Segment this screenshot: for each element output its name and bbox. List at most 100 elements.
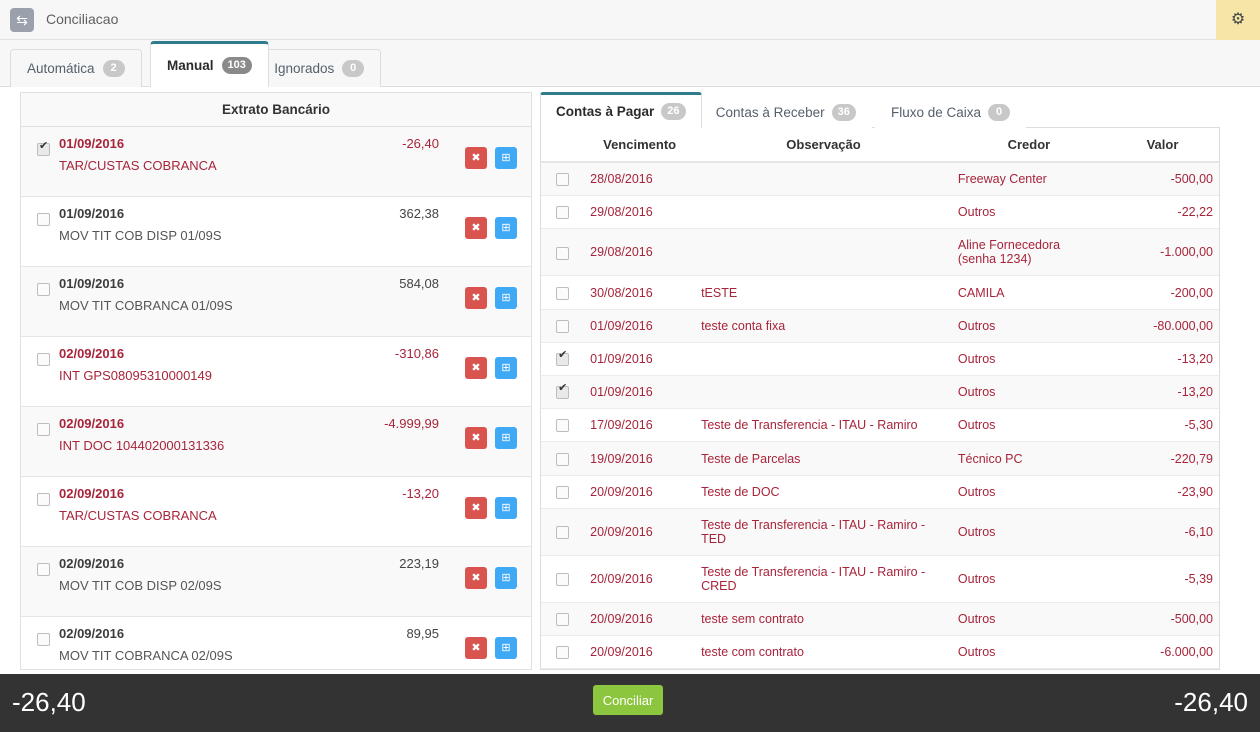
statement-row[interactable]: 02/09/2016 MOV TIT COB DISP 02/09S 223,19 ✖…	[21, 547, 531, 617]
row-checkbox[interactable]	[556, 173, 570, 187]
tab-count-badge: 26	[661, 103, 686, 120]
add-row-button[interactable]: ⊞	[495, 357, 517, 379]
ignore-row-button[interactable]: ✖	[465, 637, 487, 659]
row-checkbox[interactable]	[556, 485, 570, 499]
ignore-row-button[interactable]: ✖	[465, 287, 487, 309]
statement-row-value: 362,38	[399, 206, 439, 221]
statement-row[interactable]: 01/09/2016TAR/CUSTAS COBRANCA-26,40✖⊞	[21, 127, 531, 197]
statement-row-description: MOV TIT COBRANCA 02/09S	[59, 648, 233, 663]
add-row-button[interactable]: ⊞	[495, 427, 517, 449]
row-checkbox[interactable]	[556, 572, 570, 586]
accounts-table-scroll[interactable]: Vencimento Observação Credor Valor 28/08…	[540, 128, 1220, 670]
row-checkbox[interactable]	[556, 319, 570, 333]
statement-row-date: 01/09/2016	[59, 206, 125, 221]
table-row[interactable]: 20/09/2016 teste sem contrato Outros -500,0…	[541, 602, 1219, 637]
statement-row-value: -4.999,99	[384, 416, 439, 431]
statement-row[interactable]: 01/09/2016 MOV TIT COB DISP 01/09S 362,38 ✖…	[21, 197, 531, 267]
add-row-button[interactable]: ⊞	[495, 217, 517, 239]
tab-contaspagar[interactable]: Contas à Pagar 26	[540, 92, 702, 128]
cell-vencimento: 20/09/2016	[584, 555, 696, 603]
cell-observacao: Teste de Parcelas	[695, 441, 952, 476]
statement-row-description: MOV TIT COB DISP 01/09S	[59, 228, 222, 243]
statement-row-date: 02/09/2016	[59, 626, 125, 641]
add-row-button[interactable]: ⊞	[495, 567, 517, 589]
ignore-row-button[interactable]: ✖	[465, 147, 487, 169]
add-row-button[interactable]: ⊞	[495, 497, 517, 519]
col-valor: Valor	[1105, 128, 1219, 163]
statement-row[interactable]: 02/09/2016 MOV TIT COBRANCA 02/09S 89,95 ✖ ⊞	[21, 617, 531, 669]
add-row-button[interactable]: ⊞	[495, 147, 517, 169]
ignore-row-button[interactable]: ✖	[465, 427, 487, 449]
table-row[interactable]: 30/08/2016 tESTE CAMILA -200,00	[541, 275, 1219, 310]
row-checkbox[interactable]	[556, 246, 570, 260]
row-checkbox[interactable]	[556, 286, 570, 300]
table-row[interactable]: 17/09/2016 Teste de Transferencia - ITAU …	[541, 408, 1219, 443]
statement-row-value: 89,95	[406, 626, 439, 641]
row-checkbox[interactable]	[556, 646, 570, 660]
table-row[interactable]: 20/09/2016 teste com contrato Outros -6.000…	[541, 635, 1219, 669]
ignore-row-button[interactable]: ✖	[465, 357, 487, 379]
table-row[interactable]: 20/09/2016 Teste de Transferencia - ITAU …	[541, 555, 1219, 603]
statement-row-date: 01/09/2016	[59, 276, 125, 291]
statement-row-checkbox[interactable]	[37, 141, 50, 156]
bank-statement-list[interactable]: 01/09/2016TAR/CUSTAS COBRANCA-26,40✖⊞01/…	[21, 127, 531, 669]
cell-vencimento: 20/09/2016	[584, 635, 696, 669]
row-checkbox[interactable]	[556, 383, 570, 400]
row-checkbox[interactable]	[556, 206, 570, 220]
statement-row[interactable]: 01/09/2016 MOV TIT COBRANCA 01/09S 584,08 ✖…	[21, 267, 531, 337]
tab-automtica[interactable]: Automática 2	[10, 49, 142, 87]
table-row[interactable]: 01/09/2016 Outros-13,20	[541, 342, 1219, 377]
tab-fluxodecaixa[interactable]: Fluxo de Caixa 0	[875, 97, 1027, 128]
statement-row-checkbox[interactable]	[37, 283, 50, 296]
row-checkbox[interactable]	[556, 419, 570, 433]
statement-row[interactable]: 02/09/2016 TAR/CUSTAS COBRANCA -13,20 ✖ ⊞	[21, 477, 531, 547]
row-select-cell	[541, 309, 585, 343]
add-row-button[interactable]: ⊞	[495, 287, 517, 309]
statement-row-checkbox[interactable]	[37, 353, 50, 366]
row-checkbox[interactable]	[556, 452, 570, 466]
ignore-row-button[interactable]: ✖	[465, 217, 487, 239]
row-checkbox[interactable]	[556, 525, 570, 539]
statement-row-checkbox[interactable]	[37, 423, 50, 436]
statement-row-description: INT DOC 104402000131336	[59, 438, 225, 453]
accounts-panel: Contas à Pagar 26 Contas à Receber 36 Fluxo …	[540, 92, 1220, 670]
tab-label: Manual	[167, 58, 214, 73]
statement-row-checkbox[interactable]	[37, 563, 50, 576]
statement-row-actions: ✖ ⊞	[451, 421, 531, 455]
table-row[interactable]: 29/08/2016 Outros -22,22	[541, 195, 1219, 230]
add-row-button[interactable]: ⊞	[495, 637, 517, 659]
row-select-cell	[541, 342, 585, 377]
row-checkbox[interactable]	[556, 350, 570, 367]
tab-label: Automática	[27, 61, 95, 76]
statement-row-value: 223,19	[399, 556, 439, 571]
table-row[interactable]: 01/09/2016 teste conta fixa Outros -80.000,…	[541, 309, 1219, 343]
page-title: Conciliacao	[46, 11, 119, 27]
cell-vencimento: 17/09/2016	[584, 408, 696, 443]
tab-contasreceber[interactable]: Contas à Receber 36	[699, 97, 872, 128]
tab-manual[interactable]: Manual 103	[150, 41, 269, 87]
statement-row-description: TAR/CUSTAS COBRANCA	[59, 158, 217, 173]
settings-button[interactable]: ⚙	[1216, 0, 1260, 40]
table-row[interactable]: 19/09/2016 Teste de Parcelas Técnico PC -22…	[541, 441, 1219, 476]
cell-vencimento: 20/09/2016	[584, 602, 696, 637]
cell-vencimento: 29/08/2016	[584, 195, 696, 230]
statement-row[interactable]: 02/09/2016 INT GPS08095310000149 -310,86 ✖ ⊞	[21, 337, 531, 407]
table-row[interactable]: 01/09/2016 Outros-13,20	[541, 375, 1219, 410]
statement-row-checkbox[interactable]	[37, 213, 50, 226]
statement-row-actions: ✖ ⊞	[451, 141, 531, 175]
cell-observacao: tESTE	[695, 275, 952, 310]
table-row[interactable]: 28/08/2016 Freeway Center -500,00	[541, 162, 1219, 197]
row-select-cell	[541, 195, 585, 230]
ignore-row-button[interactable]: ✖	[465, 567, 487, 589]
table-row[interactable]: 20/09/2016 Teste de DOC Outros -23,90	[541, 475, 1219, 509]
statement-row-checkbox[interactable]	[37, 633, 50, 646]
tab-ignorados[interactable]: Ignorados 0	[257, 49, 382, 87]
conciliar-button[interactable]: Conciliar	[593, 685, 663, 715]
row-checkbox[interactable]	[556, 613, 570, 627]
table-row[interactable]: 20/09/2016 Teste de Transferencia - ITAU …	[541, 508, 1219, 556]
cell-observacao: Teste de Transferencia - ITAU - Ramiro	[695, 408, 952, 443]
statement-row[interactable]: 02/09/2016 INT DOC 104402000131336 -4.999,…	[21, 407, 531, 477]
table-row[interactable]: 29/08/2016 Aline Fornecedora (senha 1234)…	[541, 228, 1219, 277]
ignore-row-button[interactable]: ✖	[465, 497, 487, 519]
statement-row-checkbox[interactable]	[37, 493, 50, 506]
